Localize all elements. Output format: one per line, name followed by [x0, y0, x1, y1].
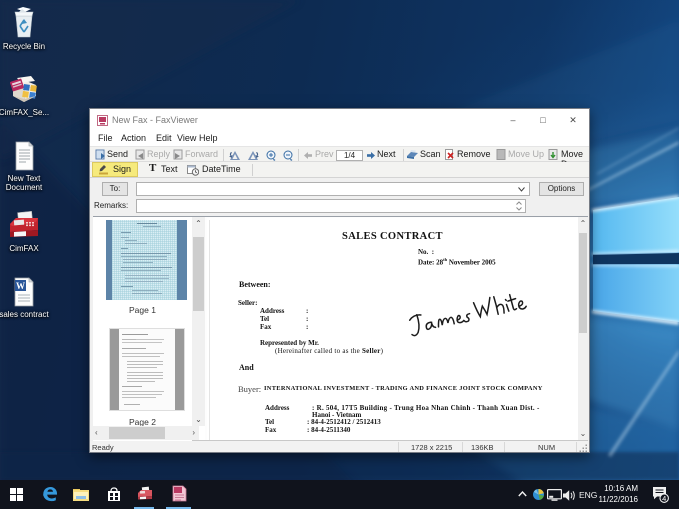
svg-text:W: W	[16, 281, 25, 291]
svg-text:4: 4	[662, 494, 666, 503]
